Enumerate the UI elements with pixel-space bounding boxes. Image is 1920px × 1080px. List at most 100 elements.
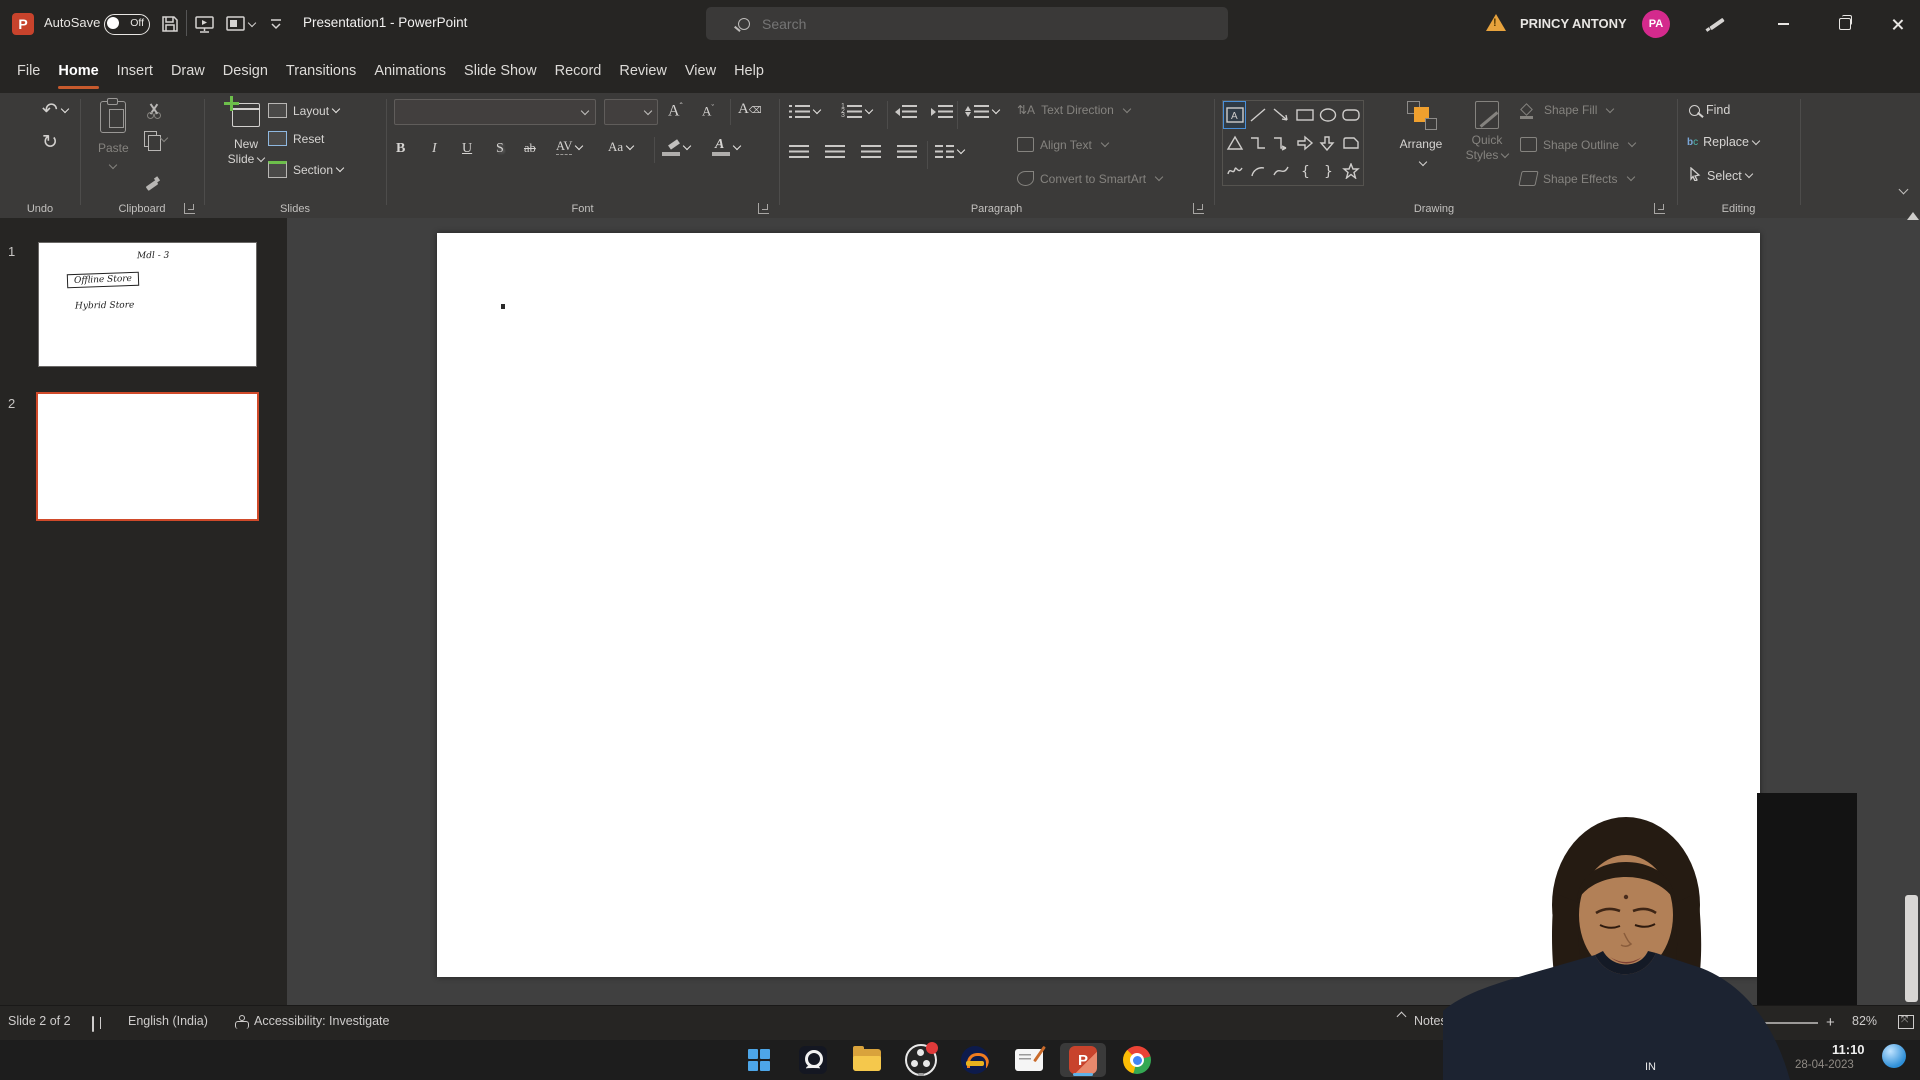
format-painter-button[interactable] bbox=[144, 175, 160, 191]
tray-blue-icon[interactable] bbox=[1882, 1044, 1906, 1068]
shape-line[interactable] bbox=[1246, 101, 1269, 129]
section-button[interactable]: Section bbox=[268, 161, 343, 178]
decrease-font-size-button[interactable]: Aˇ bbox=[702, 103, 714, 119]
tab-review[interactable]: Review bbox=[610, 48, 676, 93]
save-icon[interactable] bbox=[158, 12, 182, 36]
powerpoint-app-icon[interactable]: P bbox=[12, 13, 34, 35]
restore-button[interactable] bbox=[1822, 0, 1868, 48]
taskbar-audio-app[interactable] bbox=[952, 1043, 998, 1077]
tab-record[interactable]: Record bbox=[546, 48, 611, 93]
text-highlight-color-button[interactable] bbox=[662, 139, 690, 156]
align-center-button[interactable] bbox=[825, 145, 845, 158]
align-right-button[interactable] bbox=[861, 145, 881, 158]
shape-oval[interactable] bbox=[1316, 101, 1339, 129]
strikethrough-button[interactable]: ab bbox=[524, 141, 536, 156]
font-size-combobox[interactable] bbox=[604, 99, 658, 125]
collapse-ribbon-button[interactable] bbox=[1893, 189, 1909, 203]
italic-button[interactable]: I bbox=[432, 141, 437, 157]
tab-draw[interactable]: Draw bbox=[162, 48, 214, 93]
shape-left-brace[interactable]: { bbox=[1293, 157, 1316, 185]
drawing-dialog-launcher[interactable] bbox=[1654, 203, 1665, 214]
shape-fill-button[interactable]: Shape Fill bbox=[1520, 103, 1613, 117]
columns-button[interactable] bbox=[935, 145, 964, 158]
clear-formatting-button[interactable]: A⌫ bbox=[738, 101, 762, 118]
scroll-up-arrow[interactable] bbox=[1907, 212, 1919, 220]
tab-view[interactable]: View bbox=[676, 48, 725, 93]
taskbar-file-explorer[interactable] bbox=[844, 1043, 890, 1077]
tab-slide-show[interactable]: Slide Show bbox=[455, 48, 546, 93]
character-spacing-button[interactable]: AV bbox=[556, 139, 582, 155]
tab-design[interactable]: Design bbox=[214, 48, 277, 93]
shape-rectangle[interactable] bbox=[1293, 101, 1316, 129]
reset-button[interactable]: Reset bbox=[268, 131, 324, 146]
close-button[interactable] bbox=[1874, 0, 1920, 48]
warning-icon[interactable] bbox=[1486, 14, 1506, 31]
tab-animations[interactable]: Animations bbox=[365, 48, 455, 93]
tab-file[interactable]: File bbox=[8, 48, 49, 93]
tab-transitions[interactable]: Transitions bbox=[277, 48, 365, 93]
arrange-button[interactable]: Arrange bbox=[1392, 101, 1450, 170]
slide-2-thumbnail[interactable] bbox=[36, 392, 259, 521]
bold-button[interactable]: B bbox=[396, 141, 405, 157]
taskbar-camera-app[interactable] bbox=[790, 1043, 836, 1077]
find-button[interactable]: Find bbox=[1689, 103, 1730, 117]
shape-scribble[interactable] bbox=[1223, 157, 1246, 185]
decrease-indent-button[interactable] bbox=[895, 105, 917, 118]
taskbar-whiteboard-app[interactable] bbox=[1006, 1043, 1052, 1077]
taskbar-powerpoint[interactable]: P bbox=[1060, 1043, 1106, 1077]
text-shadow-button[interactable]: S bbox=[496, 141, 504, 157]
language-indicator[interactable]: English (India) bbox=[128, 1014, 208, 1028]
tab-home[interactable]: Home bbox=[49, 48, 107, 93]
increase-indent-button[interactable] bbox=[931, 105, 953, 118]
shape-textbox[interactable]: A bbox=[1223, 101, 1246, 129]
search-box[interactable] bbox=[706, 7, 1228, 40]
editing-mode-pen-icon[interactable] bbox=[1706, 14, 1726, 34]
cut-button[interactable] bbox=[146, 103, 162, 119]
shape-down-arrow[interactable] bbox=[1316, 129, 1339, 157]
shape-arrow[interactable] bbox=[1270, 101, 1293, 129]
start-slideshow-icon[interactable] bbox=[192, 12, 216, 36]
tab-insert[interactable]: Insert bbox=[108, 48, 162, 93]
layout-button[interactable]: Layout bbox=[268, 103, 339, 118]
new-slide-button[interactable]: New Slide bbox=[218, 103, 274, 167]
numbering-button[interactable]: 123 bbox=[841, 105, 872, 119]
shape-elbow-arrow-connector[interactable] bbox=[1270, 129, 1293, 157]
slide-indicator[interactable]: Slide 2 of 2 bbox=[8, 1014, 71, 1028]
shape-curve[interactable] bbox=[1270, 157, 1293, 185]
account-name[interactable]: PRINCY ANTONY bbox=[1520, 16, 1627, 31]
shape-arc[interactable] bbox=[1246, 157, 1269, 185]
shape-elbow-connector[interactable] bbox=[1246, 129, 1269, 157]
tab-help[interactable]: Help bbox=[725, 48, 773, 93]
fit-slide-to-window-button[interactable] bbox=[1898, 1015, 1914, 1029]
paste-button[interactable]: Paste bbox=[98, 101, 129, 173]
replace-button[interactable]: bc Replace bbox=[1687, 135, 1759, 149]
customize-quick-access-toolbar-icon[interactable] bbox=[264, 12, 288, 36]
print-preview-icon[interactable] bbox=[222, 12, 258, 36]
shape-effects-button[interactable]: Shape Effects bbox=[1520, 171, 1634, 186]
shape-outline-button[interactable]: Shape Outline bbox=[1520, 137, 1635, 152]
bullets-button[interactable] bbox=[789, 105, 820, 118]
shape-right-brace[interactable]: } bbox=[1316, 157, 1339, 185]
align-text-button[interactable]: Align Text bbox=[1017, 137, 1108, 152]
shape-triangle[interactable] bbox=[1223, 129, 1246, 157]
minimize-button[interactable] bbox=[1760, 0, 1806, 48]
font-color-button[interactable]: A bbox=[712, 139, 740, 156]
redo-button[interactable]: ↻ bbox=[42, 133, 58, 153]
underline-button[interactable]: U bbox=[462, 141, 472, 157]
shape-snip-corner-rectangle[interactable] bbox=[1340, 129, 1363, 157]
change-case-button[interactable]: Aa bbox=[608, 139, 633, 155]
convert-to-smartart-button[interactable]: Convert to SmartArt bbox=[1017, 171, 1162, 186]
autosave-toggle[interactable]: Off bbox=[104, 14, 150, 35]
input-language-indicator[interactable]: IN bbox=[1645, 1061, 1656, 1073]
line-spacing-button[interactable] bbox=[965, 105, 999, 118]
paragraph-dialog-launcher[interactable] bbox=[1193, 203, 1204, 214]
text-direction-button[interactable]: ⇅A Text Direction bbox=[1017, 103, 1130, 117]
clipboard-dialog-launcher[interactable] bbox=[184, 203, 195, 214]
taskbar-start-button[interactable] bbox=[736, 1043, 782, 1077]
taskbar-chrome[interactable] bbox=[1114, 1043, 1160, 1077]
vertical-scrollbar-thumb[interactable] bbox=[1905, 895, 1918, 1002]
shape-star[interactable] bbox=[1340, 157, 1363, 185]
align-left-button[interactable] bbox=[789, 145, 809, 158]
taskbar-obs-studio[interactable] bbox=[898, 1043, 944, 1077]
quick-styles-button[interactable]: Quick Styles bbox=[1458, 101, 1516, 163]
